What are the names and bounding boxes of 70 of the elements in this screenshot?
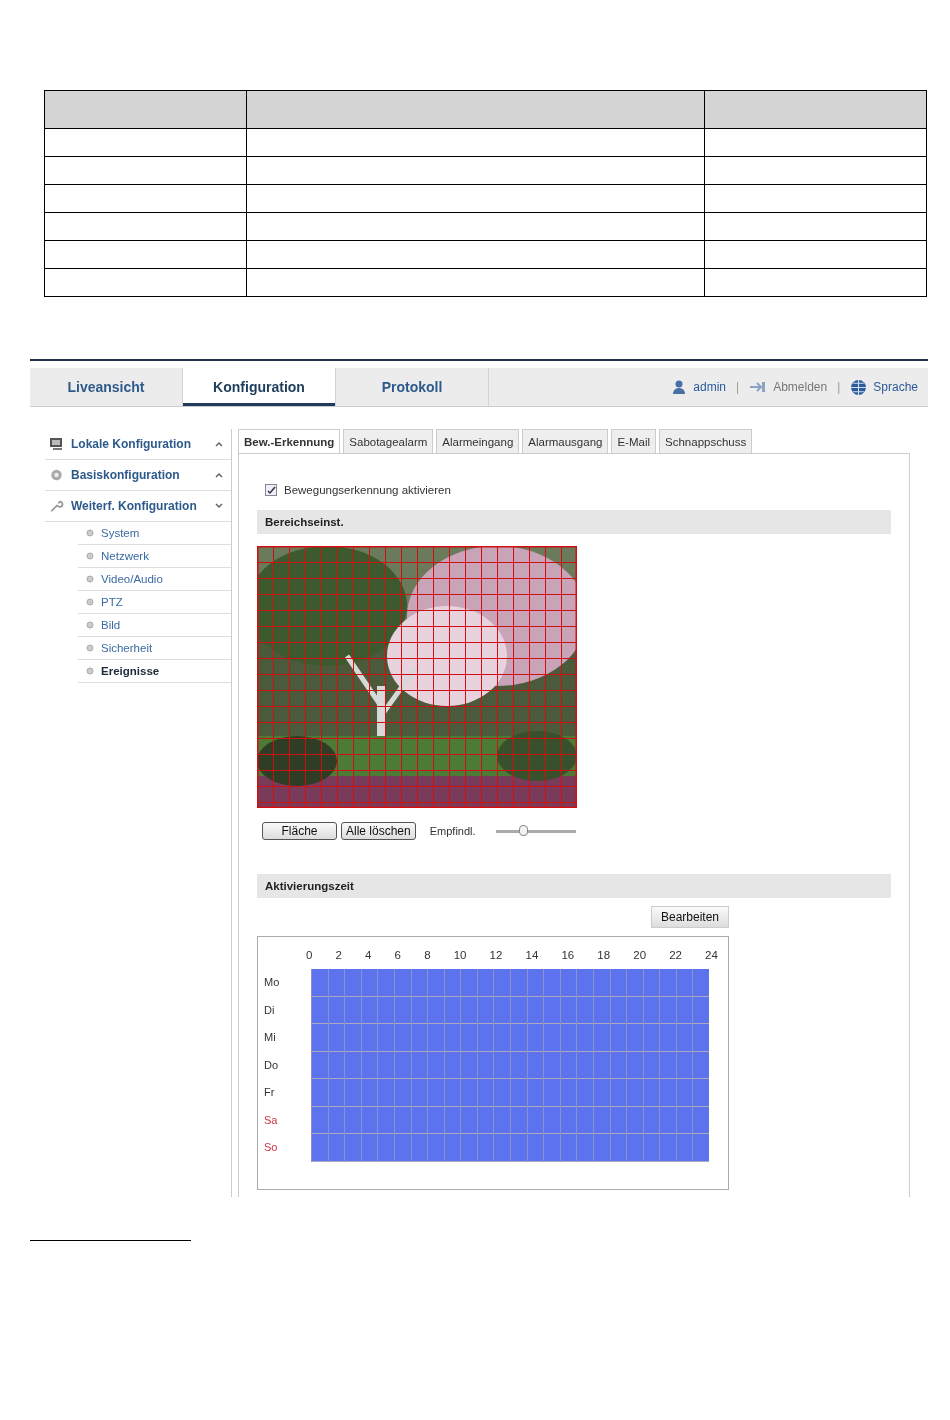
nav-tab[interactable]: Konfiguration (183, 368, 336, 406)
hour-label: 0 (306, 949, 313, 961)
bullet-icon (86, 644, 94, 652)
hour-label: 22 (669, 949, 682, 961)
hour-label: 20 (633, 949, 647, 961)
hour-label: 16 (561, 949, 575, 961)
section-header: Aktivierungszeit (257, 874, 891, 898)
monitor-icon (49, 437, 64, 451)
day-label: Do (264, 1057, 280, 1073)
language-link[interactable]: Sprache (873, 380, 918, 394)
tab[interactable]: Schnappschuss (659, 429, 753, 453)
day-label: Fr (264, 1085, 276, 1100)
sidebar-item[interactable]: Basiskonfiguration (45, 460, 231, 491)
day-label: Mo (264, 975, 281, 990)
wrench-icon (49, 499, 64, 513)
bullet-icon (86, 552, 94, 560)
slider-thumb[interactable] (519, 825, 529, 836)
hour-label: 14 (525, 949, 539, 961)
schedule-grid[interactable] (311, 969, 709, 1162)
chevron-down-icon (215, 503, 223, 509)
day-label: Di (264, 1002, 276, 1018)
tab[interactable]: E-Mail (611, 429, 657, 453)
user-link[interactable]: admin (693, 380, 726, 394)
sidebar-subitem[interactable]: Sicherheit (78, 637, 231, 660)
hour-label: 2 (335, 949, 342, 961)
day-label: Sa (264, 1112, 279, 1128)
bullet-icon (86, 529, 94, 537)
separator-text: | (736, 380, 740, 394)
tab[interactable]: Sabotagealarm (343, 429, 434, 453)
bullet-icon (86, 575, 94, 583)
sensitivity-slider[interactable] (495, 825, 576, 837)
tab[interactable]: Alarmausgang (522, 429, 609, 453)
separator-text: | (837, 380, 841, 394)
hour-label: 6 (394, 949, 401, 961)
hour-label: 4 (365, 949, 372, 961)
globe-icon (850, 378, 868, 396)
user-icon (671, 379, 688, 395)
sidebar-subitem[interactable]: Netzwerk (78, 545, 231, 568)
sidebar-item[interactable]: Weiterf. Konfiguration (45, 491, 231, 522)
section-header: Bereichseinst. (257, 510, 891, 534)
sidebar-subitem[interactable]: PTZ (78, 591, 231, 614)
hour-label: 8 (424, 949, 431, 961)
tab[interactable]: Bew.-Erkennung (238, 429, 341, 453)
day-label: So (264, 1140, 279, 1155)
sidebar-subitem[interactable]: System (78, 522, 231, 545)
checkmark-icon (266, 485, 276, 495)
hour-label: 24 (705, 949, 718, 961)
sidebar-item[interactable]: Lokale Konfiguration (45, 429, 231, 460)
sidebar-subitem[interactable]: Bild (78, 614, 231, 637)
sensitivity-label: Empfindl. (429, 825, 476, 837)
sidebar-subitem[interactable]: Ereignisse (78, 660, 231, 683)
edit-button[interactable]: Bearbeiten (650, 906, 729, 928)
hour-label: 12 (489, 949, 503, 961)
gear-icon (49, 468, 64, 482)
day-label: Mi (264, 1030, 277, 1045)
bullet-icon (86, 667, 94, 675)
hour-label: 10 (453, 949, 467, 961)
checkbox[interactable] (265, 484, 277, 496)
sidebar-subitem[interactable]: Video/Audio (78, 568, 231, 591)
chevron-up-icon (215, 472, 223, 478)
chevron-up-icon (215, 441, 223, 447)
hour-label: 18 (597, 949, 611, 961)
checkbox-label: Bewegungserkennung aktivieren (284, 484, 451, 496)
bullet-icon (86, 598, 94, 606)
tab[interactable]: Alarmeingang (436, 429, 520, 453)
logout-link[interactable]: Abmelden (773, 380, 828, 394)
area-button[interactable]: Fläche (262, 822, 337, 840)
bullet-icon (86, 621, 94, 629)
area-button[interactable]: Alle löschen (341, 822, 416, 840)
exit-arrow-icon (749, 381, 768, 393)
